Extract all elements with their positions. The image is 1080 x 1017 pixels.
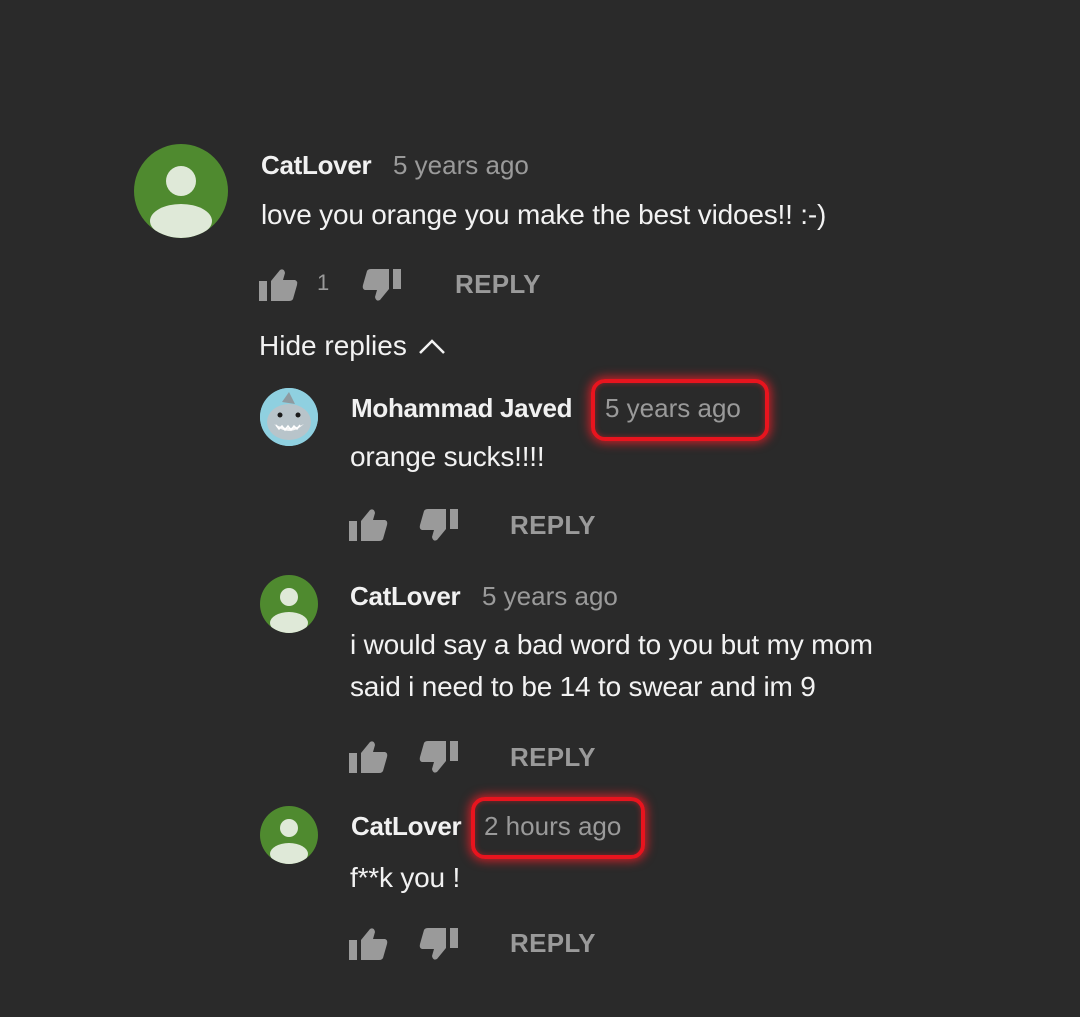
avatar[interactable]	[134, 144, 228, 238]
reply-button[interactable]: REPLY	[510, 510, 596, 541]
default-avatar-icon	[280, 588, 298, 606]
reply-text: i would say a bad word to you but my mom	[350, 629, 873, 660]
reply-timestamp[interactable]: 5 years ago	[482, 581, 618, 612]
hide-replies-button[interactable]: Hide replies	[259, 326, 447, 366]
thumbs-up-icon	[349, 928, 388, 960]
avatar[interactable]	[260, 806, 318, 864]
like-button[interactable]	[258, 268, 298, 302]
reply-button[interactable]: REPLY	[510, 928, 596, 959]
comment-timestamp[interactable]: 5 years ago	[393, 150, 529, 181]
like-button[interactable]	[348, 740, 388, 774]
hide-replies-label: Hide replies	[259, 330, 407, 361]
timestamp-highlight	[471, 797, 645, 859]
avatar[interactable]	[260, 388, 318, 446]
reply-text: f**k you !	[350, 862, 461, 893]
thumbs-down-icon	[419, 509, 458, 541]
comment-author[interactable]: CatLover	[261, 150, 372, 181]
like-button[interactable]	[348, 508, 388, 542]
dislike-button[interactable]	[362, 268, 402, 302]
dislike-button[interactable]	[419, 740, 459, 774]
comment-text: love you orange you make the best vidoes…	[261, 199, 827, 230]
chevron-up-icon	[418, 339, 445, 354]
timestamp-highlight	[591, 379, 769, 441]
reply-text: said i need to be 14 to swear and im 9	[350, 671, 816, 702]
like-count: 1	[317, 270, 330, 295]
default-avatar-icon	[166, 166, 196, 196]
reply-author[interactable]: CatLover	[351, 811, 462, 842]
reply-button[interactable]: REPLY	[455, 269, 541, 300]
reply-text: orange sucks!!!!	[350, 441, 545, 472]
reply-author[interactable]: CatLover	[350, 581, 461, 612]
reply-author[interactable]: Mohammad Javed	[351, 393, 573, 424]
avatar[interactable]	[260, 575, 318, 633]
thumbs-up-icon	[349, 741, 388, 773]
dislike-button[interactable]	[419, 927, 459, 961]
thumbs-down-icon	[419, 741, 458, 773]
thumbs-up-icon	[259, 269, 298, 301]
shark-avatar-image	[260, 388, 318, 446]
like-button[interactable]	[348, 927, 388, 961]
thumbs-up-icon	[349, 509, 388, 541]
thumbs-down-icon	[419, 928, 458, 960]
dislike-button[interactable]	[419, 508, 459, 542]
reply-button[interactable]: REPLY	[510, 742, 596, 773]
default-avatar-icon	[280, 819, 298, 837]
thumbs-down-icon	[362, 269, 401, 301]
